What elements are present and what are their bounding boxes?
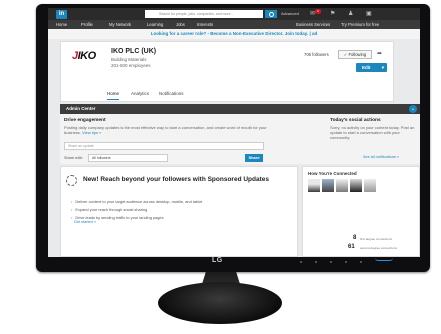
social-actions-text: Sorry, no activity on your content today… xyxy=(330,125,415,140)
profile-avatar-icon[interactable]: ▣ xyxy=(366,11,372,17)
sponsored-title: New! Reach beyond your followers with Sp… xyxy=(83,176,269,183)
how-connected-card: How You're Connected 8 first-degree conn… xyxy=(302,166,420,257)
share-with-label: Share with: xyxy=(64,156,83,160)
notification-badge: 2 xyxy=(315,9,321,14)
tab-home[interactable]: Home xyxy=(107,91,120,100)
tab-analytics[interactable]: Analytics xyxy=(131,91,149,96)
monitor-stand xyxy=(158,282,282,324)
first-degree-label: first-degree connections xyxy=(360,237,393,241)
admin-center-body: Drive engagement Posting daily company u… xyxy=(60,114,420,164)
monitor-button-dot[interactable] xyxy=(330,261,332,263)
monitor-screen: in Search for people, jobs, companies, a… xyxy=(48,8,420,257)
tab-notifications[interactable]: Notifications xyxy=(159,91,184,96)
search-input[interactable]: Search for people, jobs, companies, and … xyxy=(145,10,263,18)
admin-center-title: Admin Center xyxy=(66,106,96,111)
list-item: Deliver content to your target audience … xyxy=(71,199,202,204)
share-icon[interactable]: ➦ xyxy=(377,50,382,57)
nav-profile[interactable]: Profile xyxy=(81,22,93,27)
see-all-notifications-link[interactable]: See all notifications » xyxy=(363,155,399,159)
nav-my-network[interactable]: My Network xyxy=(109,22,131,27)
drive-engagement-title: Drive engagement xyxy=(64,118,106,123)
sponsored-badge-icon xyxy=(66,175,77,186)
linkedin-topbar: in Search for people, jobs, companies, a… xyxy=(48,8,420,20)
followers-count: 706 followers xyxy=(304,52,329,57)
social-actions-title: Today's social actions xyxy=(330,118,381,123)
company-size: 201-500 employees xyxy=(111,63,151,68)
company-industry: Building Materials xyxy=(111,57,147,62)
monitor-button-dot[interactable] xyxy=(300,261,302,263)
monitor-button-dot[interactable] xyxy=(345,261,347,263)
monitor-button-dot[interactable] xyxy=(360,261,362,263)
avatar[interactable] xyxy=(350,179,362,192)
avatar[interactable] xyxy=(322,179,334,192)
avatar[interactable] xyxy=(308,179,320,192)
share-button[interactable]: Share xyxy=(245,154,263,162)
company-name: IKO PLC (UK) xyxy=(111,48,157,55)
nav-learning[interactable]: Learning xyxy=(147,22,163,27)
nav-try-premium[interactable]: Try Premium for free xyxy=(341,22,379,27)
chevron-down-icon: ▾ xyxy=(381,65,384,70)
get-started-link[interactable]: Get started » xyxy=(74,220,96,224)
main-nav: Home Profile My Network Learning Jobs In… xyxy=(48,20,420,29)
share-with-select[interactable]: All followers xyxy=(88,154,168,162)
second-degree-count: 61 xyxy=(348,244,355,250)
add-connections-icon[interactable]: ♟ xyxy=(348,11,353,17)
how-connected-title: How You're Connected xyxy=(308,171,357,176)
nav-home[interactable]: Home xyxy=(56,22,67,27)
nav-jobs[interactable]: Jobs xyxy=(176,22,185,27)
share-update-input[interactable]: Share an update xyxy=(64,142,264,150)
second-degree-label: second-degree connections xyxy=(360,246,397,250)
nav-interests[interactable]: Interests xyxy=(197,22,213,27)
drive-engagement-text: Posting daily company updates is the mos… xyxy=(64,125,270,135)
advanced-search-link[interactable]: Advanced xyxy=(281,11,299,16)
first-degree-count: 8 xyxy=(353,235,357,241)
nav-business-services[interactable]: Business Services xyxy=(296,22,330,27)
sponsored-updates-card: New! Reach beyond your followers with Sp… xyxy=(60,166,298,257)
power-indicator-icon[interactable] xyxy=(375,258,393,261)
promo-banner[interactable]: Looking for a career role? - Become a No… xyxy=(48,29,420,39)
view-tips-link[interactable]: View tips » xyxy=(82,130,101,135)
avatar[interactable] xyxy=(364,179,376,192)
search-button[interactable] xyxy=(265,10,277,18)
avatar[interactable] xyxy=(336,179,348,192)
company-logo-text: IKO xyxy=(77,50,97,62)
edit-button-label: Edit xyxy=(362,65,371,70)
monitor-brand-logo: LG xyxy=(212,257,223,264)
monitor-button-dot[interactable] xyxy=(315,261,317,263)
promo-text[interactable]: Looking for a career role? - Become a No… xyxy=(151,31,317,36)
linkedin-logo[interactable]: in xyxy=(56,10,67,19)
company-logo: JIKO xyxy=(72,50,103,67)
edit-button[interactable]: Edit ▾ xyxy=(356,63,387,72)
company-card: JIKO IKO PLC (UK) Building Materials 201… xyxy=(60,41,394,102)
admin-center-header: Admin Center ⌄ xyxy=(60,104,420,114)
photo-stage: in Search for people, jobs, companies, a… xyxy=(0,0,441,334)
collapse-toggle-icon[interactable]: ⌄ xyxy=(409,105,417,113)
following-button[interactable]: ✓ Following xyxy=(338,50,372,59)
list-item: Expand your reach through social sharing xyxy=(71,207,202,212)
flag-icon[interactable]: ⚑ xyxy=(330,11,335,17)
